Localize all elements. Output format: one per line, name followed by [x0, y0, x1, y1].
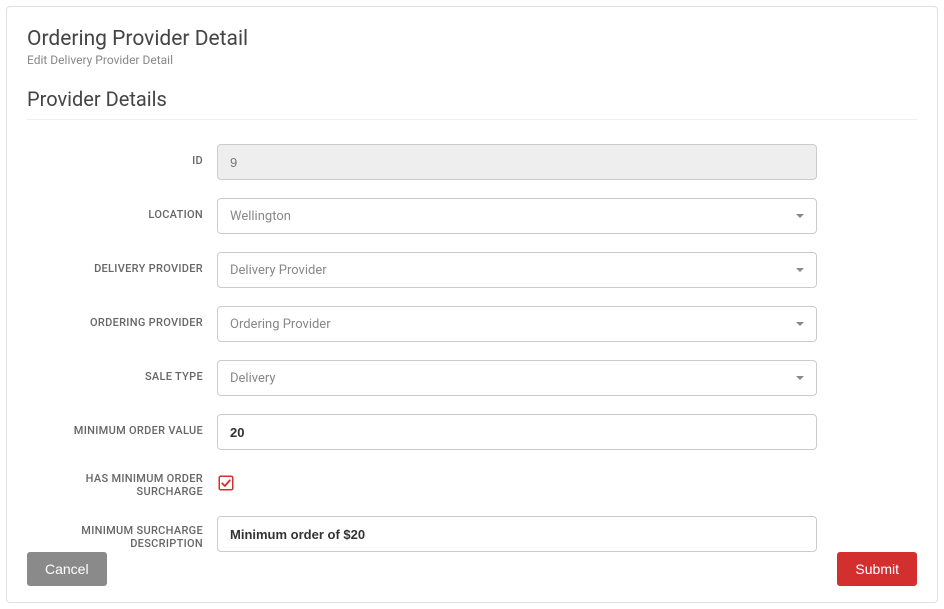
delivery-provider-selected-value: Delivery Provider [230, 263, 327, 278]
row-has-min-surcharge: HAS MINIMUM ORDER SURCHARGE [27, 468, 917, 498]
sale-type-select[interactable]: Delivery [217, 360, 817, 396]
caret-down-icon [796, 376, 804, 380]
min-order-value-input[interactable] [217, 414, 817, 450]
label-delivery-provider: DELIVERY PROVIDER [27, 252, 217, 275]
min-surcharge-desc-input[interactable] [217, 516, 817, 552]
caret-down-icon [796, 268, 804, 272]
location-select[interactable]: Wellington [217, 198, 817, 234]
label-min-order-value: MINIMUM ORDER VALUE [27, 414, 217, 437]
row-ordering-provider: ORDERING PROVIDER Ordering Provider [27, 306, 917, 342]
page-title: Ordering Provider Detail [27, 27, 917, 51]
location-selected-value: Wellington [230, 209, 291, 224]
delivery-provider-select[interactable]: Delivery Provider [217, 252, 817, 288]
caret-down-icon [796, 214, 804, 218]
row-id: ID [27, 144, 917, 180]
cancel-button[interactable]: Cancel [27, 552, 107, 586]
checkbox-checked-icon [217, 474, 235, 492]
submit-button[interactable]: Submit [837, 552, 917, 586]
label-min-surcharge-desc: MINIMUM SURCHARGE DESCRIPTION [27, 516, 217, 550]
button-row: Cancel Submit [27, 552, 917, 586]
sale-type-selected-value: Delivery [230, 371, 276, 386]
caret-down-icon [796, 322, 804, 326]
label-sale-type: SALE TYPE [27, 360, 217, 383]
label-ordering-provider: ORDERING PROVIDER [27, 306, 217, 329]
row-sale-type: SALE TYPE Delivery [27, 360, 917, 396]
section-title: Provider Details [27, 87, 917, 120]
page-subtitle: Edit Delivery Provider Detail [27, 53, 917, 67]
row-min-surcharge-desc: MINIMUM SURCHARGE DESCRIPTION [27, 516, 917, 552]
ordering-provider-select[interactable]: Ordering Provider [217, 306, 817, 342]
has-min-surcharge-checkbox[interactable] [217, 474, 235, 492]
id-input [217, 144, 817, 180]
row-location: LOCATION Wellington [27, 198, 917, 234]
label-location: LOCATION [27, 198, 217, 221]
label-id: ID [27, 144, 217, 167]
ordering-provider-selected-value: Ordering Provider [230, 317, 331, 332]
form-card: Ordering Provider Detail Edit Delivery P… [6, 6, 938, 603]
row-delivery-provider: DELIVERY PROVIDER Delivery Provider [27, 252, 917, 288]
label-has-min-surcharge: HAS MINIMUM ORDER SURCHARGE [27, 468, 217, 498]
row-min-order-value: MINIMUM ORDER VALUE [27, 414, 917, 450]
